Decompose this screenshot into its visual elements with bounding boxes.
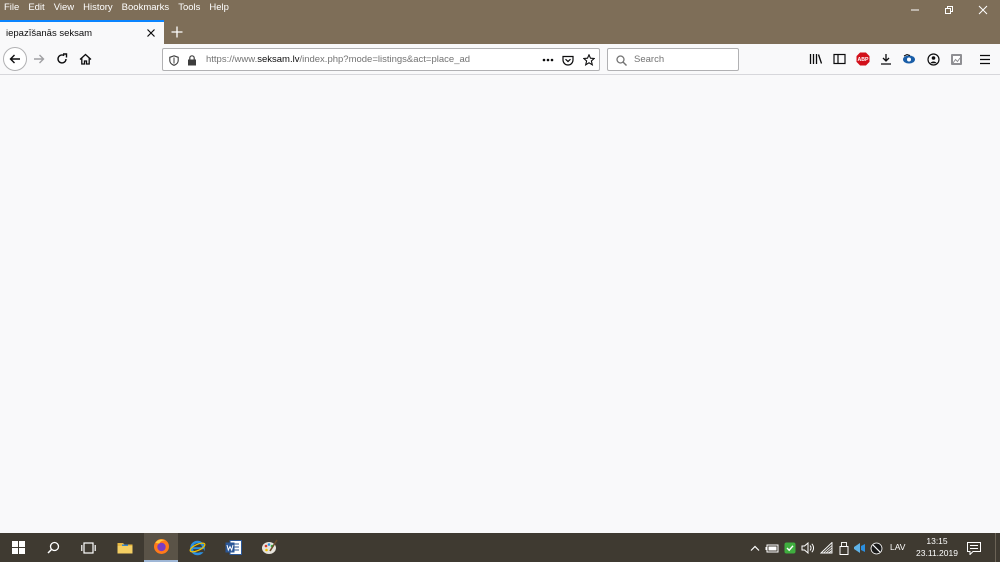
firefox-icon: [153, 539, 169, 554]
url-bar[interactable]: https://www.seksam.lv/index.php?mode=lis…: [162, 48, 600, 71]
url-path: /index.php?mode=listings&act=place_ad: [299, 54, 471, 65]
usb-device-icon[interactable]: [837, 541, 851, 555]
menu-tools[interactable]: Tools: [173, 0, 204, 16]
tab-active[interactable]: iepazīšanās seksam: [0, 20, 164, 44]
paint-icon: [261, 539, 278, 554]
tab-strip: iepazīšanās seksam: [0, 20, 1000, 44]
pocket-icon[interactable]: [561, 53, 575, 67]
search-icon: [614, 53, 628, 67]
account-icon[interactable]: [925, 51, 941, 67]
title-bar: File Edit View History Bookmarks Tools H…: [0, 0, 1000, 20]
menu-history[interactable]: History: [78, 0, 117, 16]
restore-button[interactable]: [932, 0, 966, 20]
word-button[interactable]: [216, 533, 250, 562]
clock-date: 23.11.2019: [916, 548, 958, 558]
menu-edit[interactable]: Edit: [23, 0, 48, 16]
paint-button[interactable]: [252, 533, 286, 562]
tab-title: iepazīšanās seksam: [6, 27, 93, 39]
home-icon: [79, 53, 91, 65]
word-icon: [225, 540, 242, 555]
close-icon: [147, 29, 155, 37]
security-check-icon[interactable]: [783, 541, 797, 555]
battery-icon[interactable]: [765, 541, 779, 555]
url-domain: seksam.lv: [257, 54, 300, 65]
minimize-button[interactable]: [898, 0, 932, 20]
chevron-up-icon[interactable]: [748, 541, 762, 555]
input-language[interactable]: LAV: [890, 542, 905, 552]
sidebar-icon[interactable]: [831, 51, 847, 67]
search-icon: [46, 541, 59, 554]
bookmark-star-icon[interactable]: [582, 53, 596, 67]
hamburger-menu-icon[interactable]: [977, 51, 993, 67]
forward-button[interactable]: [27, 47, 51, 71]
minimize-icon: [911, 9, 919, 11]
menu-help[interactable]: Help: [204, 0, 233, 16]
search-bar[interactable]: Search: [607, 48, 739, 71]
close-icon: [978, 5, 988, 15]
new-tab-button[interactable]: [168, 22, 186, 42]
restore-icon: [945, 6, 953, 14]
taskbar-search-button[interactable]: [36, 533, 70, 562]
reload-button[interactable]: [50, 47, 74, 71]
back-button[interactable]: [3, 47, 27, 71]
task-view-button[interactable]: [71, 533, 105, 562]
taskbar: LAV 13:15 23.11.2019: [0, 533, 1000, 562]
internet-explorer-icon: [189, 540, 205, 556]
screenshot-icon[interactable]: [948, 51, 964, 67]
start-button[interactable]: [1, 533, 35, 562]
network-shield-icon[interactable]: [852, 541, 866, 555]
tracking-protection-icon[interactable]: [167, 53, 181, 67]
show-desktop-button[interactable]: [995, 533, 1000, 562]
file-explorer-icon: [117, 543, 133, 554]
plus-icon: [171, 26, 183, 38]
adblock-plus-icon[interactable]: ABP: [855, 51, 871, 67]
lock-icon[interactable]: [185, 53, 199, 67]
forward-arrow-icon: [34, 54, 45, 64]
firefox-taskbar-button[interactable]: [144, 533, 178, 562]
search-placeholder: Search: [634, 54, 665, 65]
clock[interactable]: 13:15 23.11.2019: [913, 535, 961, 559]
page-actions-icon[interactable]: [541, 53, 555, 67]
wifi-icon[interactable]: [819, 541, 833, 555]
reload-icon: [57, 53, 68, 64]
download-icon[interactable]: [878, 51, 894, 67]
notification-icon: [967, 541, 981, 555]
menu-bookmarks[interactable]: Bookmarks: [117, 0, 174, 16]
back-arrow-icon: [9, 54, 20, 64]
url-text: https://www.seksam.lv/index.php?mode=lis…: [206, 54, 470, 65]
start-icon: [11, 541, 25, 554]
volume-icon[interactable]: [801, 541, 815, 555]
menu-bar: File Edit View History Bookmarks Tools H…: [0, 0, 233, 16]
pen-tablet-icon[interactable]: [869, 541, 883, 555]
close-window-button[interactable]: [966, 0, 1000, 20]
window-controls: [898, 0, 1000, 20]
home-button[interactable]: [73, 47, 97, 71]
tab-close-button[interactable]: [144, 26, 158, 40]
file-explorer-button[interactable]: [108, 533, 142, 562]
action-center-button[interactable]: [966, 540, 982, 556]
clock-time: 13:15: [926, 536, 948, 546]
navigation-toolbar: https://www.seksam.lv/index.php?mode=lis…: [0, 44, 1000, 75]
page-content[interactable]: [0, 75, 1000, 533]
library-icon[interactable]: [808, 51, 824, 67]
menu-file[interactable]: File: [0, 0, 23, 16]
menu-view[interactable]: View: [49, 0, 78, 16]
url-prefix: https://www.: [206, 54, 258, 65]
adblock-label: ABP: [858, 57, 869, 63]
task-view-icon: [80, 541, 96, 554]
extension-icon[interactable]: [901, 51, 917, 67]
internet-explorer-button[interactable]: [180, 533, 214, 562]
